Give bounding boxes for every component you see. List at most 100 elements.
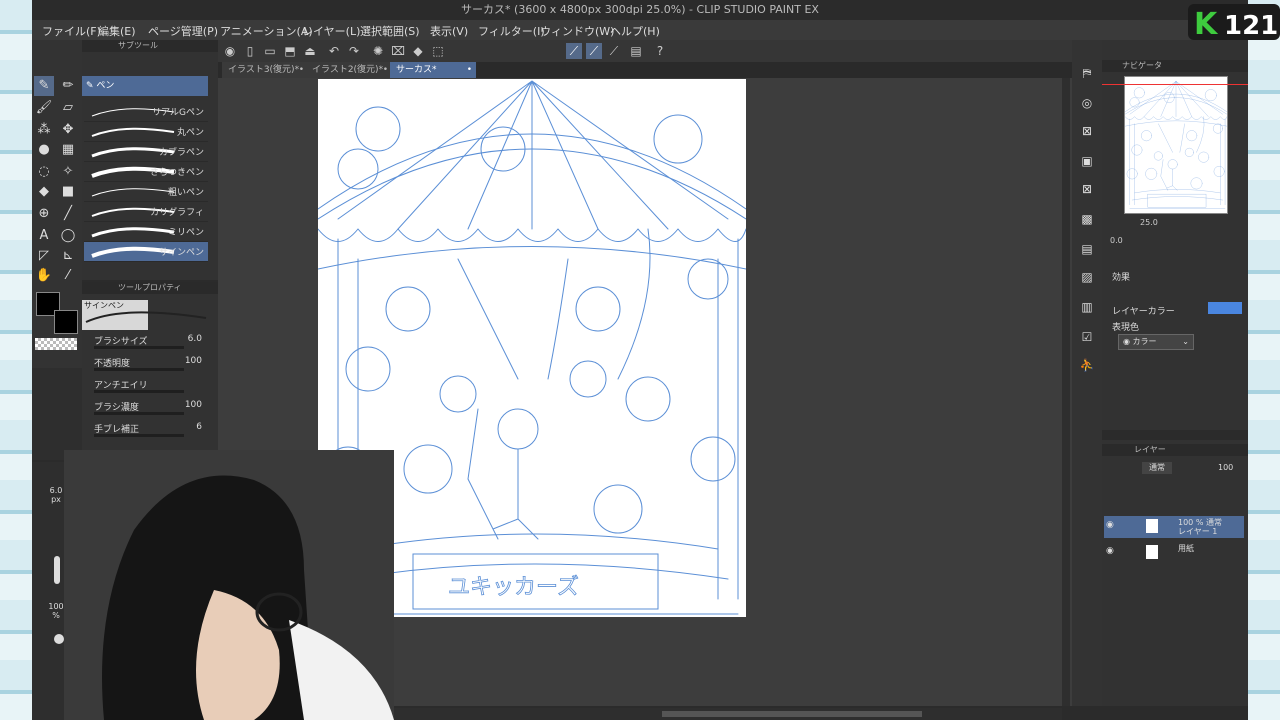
property-slider[interactable]: [94, 412, 184, 415]
image-panel-icon[interactable]: ▨: [1078, 268, 1096, 286]
snap-special-ruler-icon[interactable]: ⟋: [586, 43, 602, 59]
pen-tool-icon[interactable]: ✎: [34, 76, 54, 96]
close-tab-icon[interactable]: •: [467, 62, 472, 78]
transparent-color-swatch[interactable]: [35, 338, 77, 350]
menu-item[interactable]: レイヤー(L): [302, 23, 360, 39]
save-icon[interactable]: ⬒: [282, 43, 298, 59]
expression-color-select[interactable]: ◉ カラー ⌄: [1118, 334, 1194, 350]
hand-tool-icon[interactable]: ✋: [34, 266, 54, 286]
eraser-tool-icon[interactable]: ▱: [58, 98, 78, 118]
horizontal-scrollbar[interactable]: [362, 708, 1062, 720]
menu-item[interactable]: 選択範囲(S): [360, 23, 420, 39]
decoration-tool-icon[interactable]: ⁂: [34, 120, 54, 140]
layer-color-swatch[interactable]: [1208, 302, 1242, 314]
property-row[interactable]: ブラシサイズ 6.0: [94, 334, 214, 350]
eye-icon[interactable]: ◉: [1106, 520, 1114, 530]
redo-icon[interactable]: ↷: [346, 43, 362, 59]
new-file-icon[interactable]: ▯: [242, 43, 258, 59]
help-icon[interactable]: ?: [652, 43, 668, 59]
sub-color-swatch[interactable]: [54, 310, 78, 334]
layer-search-icon[interactable]: ⊠: [1078, 122, 1096, 140]
property-row[interactable]: 手ブレ補正 6: [94, 422, 214, 438]
grid-panel-icon[interactable]: ▩: [1078, 210, 1096, 228]
eye-icon[interactable]: ◉: [1106, 546, 1114, 556]
tab-document[interactable]: サーカス* •: [390, 62, 476, 78]
property-slider[interactable]: [94, 346, 184, 349]
balloon-tool-icon[interactable]: ◯: [58, 226, 78, 246]
settings-icon[interactable]: ▤: [628, 43, 644, 59]
menu-item[interactable]: 表示(V): [430, 23, 468, 39]
close-tab-icon[interactable]: •: [299, 62, 304, 78]
menu-item[interactable]: ヘルプ(H): [610, 23, 660, 39]
property-row[interactable]: アンチエイリ: [94, 378, 214, 394]
move-tool-icon[interactable]: ✥: [58, 120, 78, 140]
edit-panel-icon[interactable]: ☑: [1078, 328, 1096, 346]
search-icon[interactable]: ◎: [1078, 94, 1096, 112]
property-value[interactable]: 100: [185, 356, 202, 366]
text-tool-icon[interactable]: A: [34, 226, 54, 246]
pencil-tool-icon[interactable]: ✏: [58, 76, 78, 96]
material-icon[interactable]: ⛿: [1078, 64, 1096, 82]
fill-tool-icon[interactable]: ◆: [34, 182, 54, 202]
grid-tool-icon[interactable]: ▦: [58, 140, 78, 160]
menu-item[interactable]: 編集(E): [98, 23, 136, 39]
eyedropper-tool-icon[interactable]: ⁄: [58, 266, 78, 286]
open-file-icon[interactable]: ▭: [262, 43, 278, 59]
snap-grid-icon[interactable]: ⟋: [606, 43, 622, 59]
brush-item[interactable]: 粗いペン: [84, 182, 208, 202]
property-row[interactable]: 不透明度 100: [94, 356, 214, 372]
line-tool-icon[interactable]: ╱: [58, 204, 78, 224]
horizontal-scroll-thumb[interactable]: [662, 711, 922, 717]
lasso-tool-icon[interactable]: ◌: [34, 162, 54, 182]
close-tab-icon[interactable]: •: [383, 62, 388, 78]
property-slider[interactable]: [94, 434, 184, 437]
blend-mode-select[interactable]: 通常: [1142, 462, 1172, 474]
brush-item[interactable]: カブラペン: [84, 142, 208, 162]
property-row[interactable]: ブラシ濃度 100: [94, 400, 214, 416]
menu-item[interactable]: ウィンドウ(W): [540, 23, 614, 39]
auto-select-tool-icon[interactable]: ✧: [58, 162, 78, 182]
brush-item[interactable]: さらつきペン: [84, 162, 208, 182]
tab-document[interactable]: イラスト3(復元)* •: [222, 62, 308, 78]
menu-item[interactable]: ページ管理(P): [148, 23, 218, 39]
clip-studio-icon[interactable]: ◉: [222, 43, 238, 59]
clear-icon[interactable]: ⌧: [390, 43, 406, 59]
blend-tool-icon[interactable]: ●: [34, 140, 54, 160]
undo-icon[interactable]: ↶: [326, 43, 342, 59]
menu-item[interactable]: フィルター(I): [478, 23, 545, 39]
snap-ruler-icon[interactable]: ⟋: [566, 43, 582, 59]
menu-item[interactable]: ファイル(F): [42, 23, 101, 39]
tab-document[interactable]: イラスト2(復元)* •: [306, 62, 392, 78]
brush-item[interactable]: サインペン: [84, 242, 208, 262]
brush-item[interactable]: ミリペン: [84, 222, 208, 242]
brush-item[interactable]: カリグラフィ: [84, 202, 208, 222]
layer-row[interactable]: ◉ 100 % 通常 レイヤー 1: [1104, 516, 1244, 538]
person-panel-icon[interactable]: ⛹: [1078, 356, 1096, 374]
property-value[interactable]: 100: [185, 400, 202, 410]
close-panel-icon[interactable]: ⊠: [1078, 180, 1096, 198]
layer-opacity[interactable]: 100: [1218, 462, 1242, 474]
navigator-zoom[interactable]: 25.0: [1140, 218, 1164, 227]
brush-tool-icon[interactable]: 🖌: [34, 98, 54, 118]
transform-icon[interactable]: ⬚: [430, 43, 446, 59]
export-icon[interactable]: ⏏: [302, 43, 318, 59]
ruler-tool-icon[interactable]: ⊾: [58, 246, 78, 266]
property-value[interactable]: 6: [196, 422, 202, 432]
camera-icon[interactable]: ▣: [1078, 152, 1096, 170]
gradient-tool-icon[interactable]: ■: [58, 182, 78, 202]
zoom-tool-icon[interactable]: ⊕: [34, 204, 54, 224]
frame-tool-icon[interactable]: ◸: [34, 246, 54, 266]
brush-size-slider[interactable]: [54, 556, 60, 584]
property-value[interactable]: 6.0: [188, 334, 202, 344]
list-panel-icon[interactable]: ▤: [1078, 240, 1096, 258]
menu-item[interactable]: アニメーション(A): [220, 23, 313, 39]
navigator-rotate[interactable]: 0.0: [1110, 236, 1134, 245]
loading-icon[interactable]: ✺: [370, 43, 386, 59]
subtool-group-pen[interactable]: ✎ ペン: [82, 76, 208, 96]
opacity-slider-knob[interactable]: [54, 634, 64, 644]
property-slider[interactable]: [94, 390, 184, 393]
property-slider[interactable]: [94, 368, 184, 371]
navigator-thumbnail[interactable]: [1124, 76, 1228, 214]
vertical-scrollbar[interactable]: [1062, 78, 1070, 706]
brush-item[interactable]: リアルGペン: [84, 102, 208, 122]
